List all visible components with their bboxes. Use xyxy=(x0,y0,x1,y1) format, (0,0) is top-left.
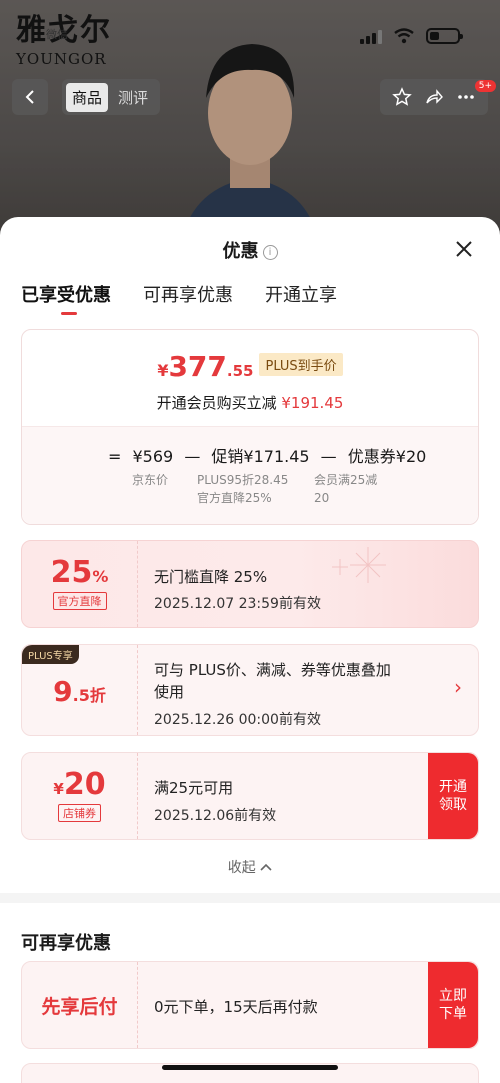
pay-later-label: 先享后付 xyxy=(22,962,138,1048)
chevron-right-icon: › xyxy=(454,675,462,699)
jd-price-label: 京东价 xyxy=(132,473,169,487)
offer-description: 可与 PLUS价、满减、券等优惠叠加 使用 xyxy=(154,659,444,703)
sheet-title: 优惠 xyxy=(222,241,259,262)
info-icon[interactable]: i xyxy=(262,245,278,260)
membership-saving-text: 开通会员购买立减 xyxy=(156,394,277,412)
tab-review[interactable]: 测评 xyxy=(110,83,156,112)
order-button-line1: 立即 xyxy=(439,988,467,1004)
wifi-icon xyxy=(394,28,414,44)
more-icon[interactable] xyxy=(456,87,476,107)
coupon-amount: 优惠券¥20 xyxy=(347,447,427,466)
brand-logo: 雅戈尔 YOUNGOR 微信 xyxy=(16,14,112,69)
tab-more-available[interactable]: 可再享优惠 xyxy=(143,281,233,307)
home-indicator xyxy=(162,1065,338,1070)
price-formula: = ¥569 — 促销¥171.45 — 优惠券¥20 京东价 PLUS95折2… xyxy=(22,426,478,524)
chevron-left-icon xyxy=(25,90,34,104)
price-breakdown-card: ¥377.55 PLUS到手价 开通会员购买立减 ¥191.45 = ¥569 —… xyxy=(21,329,479,525)
minus-sign: — xyxy=(184,447,201,466)
coupon-detail: 会员满25减 20 xyxy=(314,471,377,507)
brand-name-en: YOUNGOR xyxy=(16,50,107,68)
equals-sign: = xyxy=(108,447,122,466)
plus-exclusive-flag: PLUS专享 xyxy=(22,645,79,664)
section-divider xyxy=(0,893,500,903)
discount-tabs: 已享受优惠 可再享优惠 开通立享 xyxy=(21,281,337,315)
wechat-label: 微信 xyxy=(46,28,68,41)
offer-description-line2: 使用 xyxy=(154,683,185,701)
page-tab-switch: 商品 测评 xyxy=(62,79,161,115)
claim-button-line2: 领取 xyxy=(439,797,467,813)
promo-detail-official: 官方直降25% xyxy=(197,491,272,505)
offer-left: PLUS专享 9.5折 xyxy=(22,645,138,735)
currency-symbol: ¥ xyxy=(157,361,169,380)
offer-left: 25% 官方直降 xyxy=(22,541,138,627)
price-integer: 377 xyxy=(168,350,227,383)
tab-open-membership[interactable]: 开通立享 xyxy=(265,281,337,307)
firework-decoration xyxy=(332,547,386,583)
claim-coupon-button[interactable]: 开通 领取 xyxy=(428,753,478,839)
claim-button-line1: 开通 xyxy=(439,779,467,795)
discount-unit: % xyxy=(92,567,109,586)
offer-plus-discount[interactable]: PLUS专享 9.5折 可与 PLUS价、满减、券等优惠叠加 使用 2025.1… xyxy=(21,644,479,736)
close-icon[interactable] xyxy=(454,239,474,259)
tab-enjoyed[interactable]: 已享受优惠 xyxy=(21,281,111,315)
offer-official-discount[interactable]: 25% 官方直降 无门槛直降 25% 2025.12.07 23:59前有效 xyxy=(21,540,479,628)
offer-description-line1: 可与 PLUS价、满减、券等优惠叠加 xyxy=(154,661,391,679)
offer-expiry: 2025.12.06前有效 xyxy=(154,808,277,824)
membership-saving: 开通会员购买立减 ¥191.45 xyxy=(22,392,478,413)
discount-sheet: 优惠 i 已享受优惠 可再享优惠 开通立享 ¥377.55 PLUS到手价 开通会员… xyxy=(0,217,500,1083)
promo-amount: 促销¥171.45 xyxy=(211,447,310,466)
offer-expiry: 2025.12.07 23:59前有效 xyxy=(154,596,321,612)
offer-expiry: 2025.12.26 00:00前有效 xyxy=(154,712,321,728)
offer-pay-later: 先享后付 0元下单，15天后再付款 立即下单 xyxy=(21,961,479,1049)
final-price: ¥377.55 PLUS到手价 xyxy=(22,350,478,383)
currency-symbol: ¥ xyxy=(53,780,64,798)
plus-price-tag: PLUS到手价 xyxy=(259,353,343,376)
message-badge: 5+ xyxy=(474,80,496,92)
pay-later-description: 0元下单，15天后再付款 xyxy=(154,998,318,1016)
collapse-label: 收起 xyxy=(227,860,256,876)
discount-unit: .5折 xyxy=(72,686,106,705)
chevron-up-icon xyxy=(260,863,272,871)
offer-description: 无门槛直降 25% xyxy=(154,568,268,586)
offer-tag: 店铺券 xyxy=(58,804,101,822)
order-now-button[interactable]: 立即 下单 xyxy=(428,962,478,1048)
order-button-line2: 下单 xyxy=(439,1006,467,1022)
offer-left: ¥20 店铺券 xyxy=(22,753,138,839)
price-decimal: .55 xyxy=(226,362,254,380)
header-tools xyxy=(380,79,488,115)
minus-sign: — xyxy=(320,447,337,466)
discount-value: 9 xyxy=(53,675,73,708)
signal-icon xyxy=(360,28,382,44)
back-button[interactable] xyxy=(12,79,48,115)
promo-detail: PLUS95折28.45 官方直降25% xyxy=(197,471,288,507)
offer-store-coupon: ¥20 店铺券 满25元可用 2025.12.06前有效 开通领取 xyxy=(21,752,479,840)
jd-price: ¥569 xyxy=(132,447,174,466)
section-title-more-offers: 可再享优惠 xyxy=(21,933,111,954)
membership-saving-amount: ¥191.45 xyxy=(281,394,344,412)
battery-icon xyxy=(426,28,463,44)
coupon-detail-line2: 20 xyxy=(314,491,330,505)
tab-product[interactable]: 商品 xyxy=(66,82,109,112)
collapse-button[interactable]: 收起 xyxy=(0,857,500,877)
star-icon[interactable] xyxy=(392,87,412,107)
status-bar xyxy=(360,28,463,44)
sheet-header: 优惠 i xyxy=(0,237,500,263)
offer-tag: 官方直降 xyxy=(52,592,107,610)
coupon-value: 20 xyxy=(63,767,106,802)
promo-detail-plus: PLUS95折28.45 xyxy=(197,473,289,487)
discount-value: 25 xyxy=(50,555,93,590)
offer-description: 满25元可用 xyxy=(154,779,234,797)
share-icon[interactable] xyxy=(424,87,444,107)
coupon-detail-line1: 会员满25减 xyxy=(314,473,378,487)
